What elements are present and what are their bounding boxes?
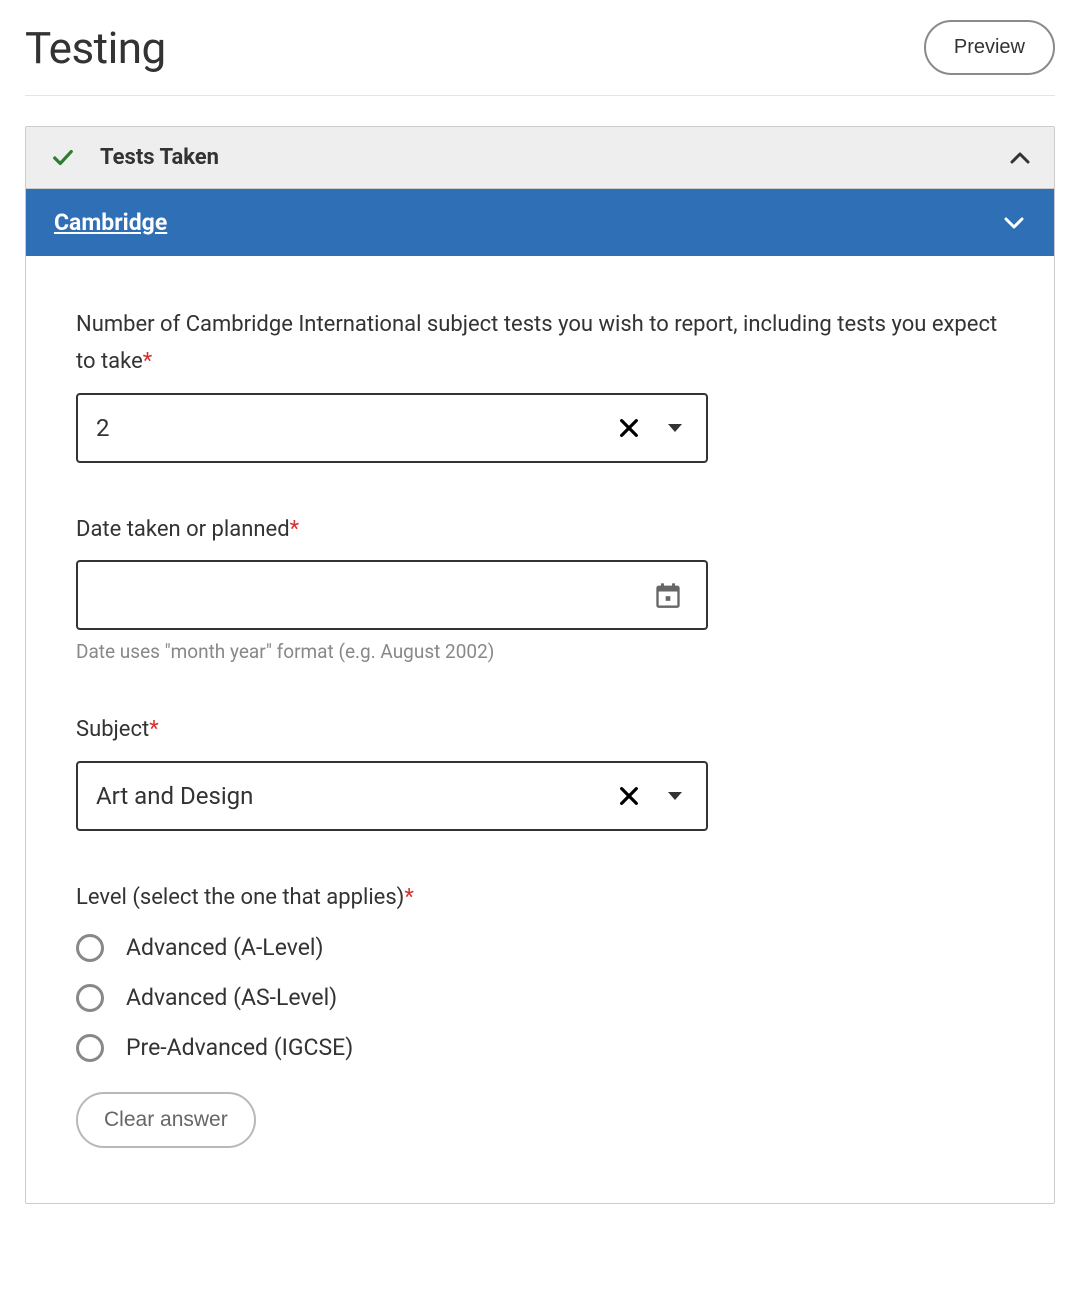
- chevron-up-icon: [1008, 146, 1032, 170]
- section-title: Tests Taken: [100, 145, 1008, 170]
- level-radio-list: Advanced (A-Level) Advanced (AS-Level) P…: [76, 934, 1004, 1062]
- label-text: Subject: [76, 717, 149, 742]
- section-header-tests-taken[interactable]: Tests Taken: [26, 127, 1054, 189]
- subject-select-value: Art and Design: [96, 782, 618, 810]
- radio-icon: [76, 984, 104, 1012]
- field-date: Date taken or planned* Date uses "month …: [76, 511, 1004, 663]
- caret-down-icon[interactable]: [668, 424, 682, 432]
- testing-panel: Tests Taken Cambridge Number of Cambridg…: [25, 126, 1055, 1204]
- field-count: Number of Cambridge International subjec…: [76, 306, 1004, 463]
- count-select-value: 2: [96, 414, 618, 442]
- radio-label: Advanced (A-Level): [126, 934, 324, 961]
- radio-icon: [76, 1034, 104, 1062]
- required-marker: *: [143, 349, 152, 374]
- label-text: Level (select the one that applies): [76, 885, 404, 910]
- radio-label: Pre-Advanced (IGCSE): [126, 1034, 353, 1061]
- date-helper-text: Date uses "month year" format (e.g. Augu…: [76, 640, 1004, 663]
- calendar-icon[interactable]: [654, 581, 682, 609]
- required-marker: *: [149, 717, 158, 742]
- radio-label: Advanced (AS-Level): [126, 984, 337, 1011]
- check-icon: [48, 147, 78, 169]
- label-text: Number of Cambridge International subjec…: [76, 312, 997, 374]
- sub-section-title: Cambridge: [54, 209, 167, 236]
- label-text: Date taken or planned: [76, 517, 290, 542]
- level-radio-option[interactable]: Advanced (AS-Level): [76, 984, 1004, 1012]
- subject-select[interactable]: Art and Design: [76, 761, 708, 831]
- count-select[interactable]: 2: [76, 393, 708, 463]
- level-radio-option[interactable]: Advanced (A-Level): [76, 934, 1004, 962]
- form-body: Number of Cambridge International subjec…: [26, 256, 1054, 1203]
- field-level-label: Level (select the one that applies)*: [76, 879, 1004, 916]
- field-count-label: Number of Cambridge International subjec…: [76, 306, 1004, 381]
- field-subject-label: Subject*: [76, 711, 1004, 748]
- radio-icon: [76, 934, 104, 962]
- caret-down-icon[interactable]: [668, 792, 682, 800]
- date-input[interactable]: [76, 560, 708, 630]
- field-subject: Subject* Art and Design: [76, 711, 1004, 830]
- required-marker: *: [404, 885, 413, 910]
- clear-icon[interactable]: [618, 785, 640, 807]
- clear-answer-button[interactable]: Clear answer: [76, 1092, 256, 1148]
- sub-section-header-cambridge[interactable]: Cambridge: [26, 189, 1054, 256]
- required-marker: *: [290, 517, 299, 542]
- field-level: Level (select the one that applies)* Adv…: [76, 879, 1004, 1148]
- chevron-down-icon: [1002, 211, 1026, 235]
- preview-button[interactable]: Preview: [924, 20, 1055, 75]
- page-title: Testing: [25, 22, 166, 74]
- field-date-label: Date taken or planned*: [76, 511, 1004, 548]
- clear-icon[interactable]: [618, 417, 640, 439]
- level-radio-option[interactable]: Pre-Advanced (IGCSE): [76, 1034, 1004, 1062]
